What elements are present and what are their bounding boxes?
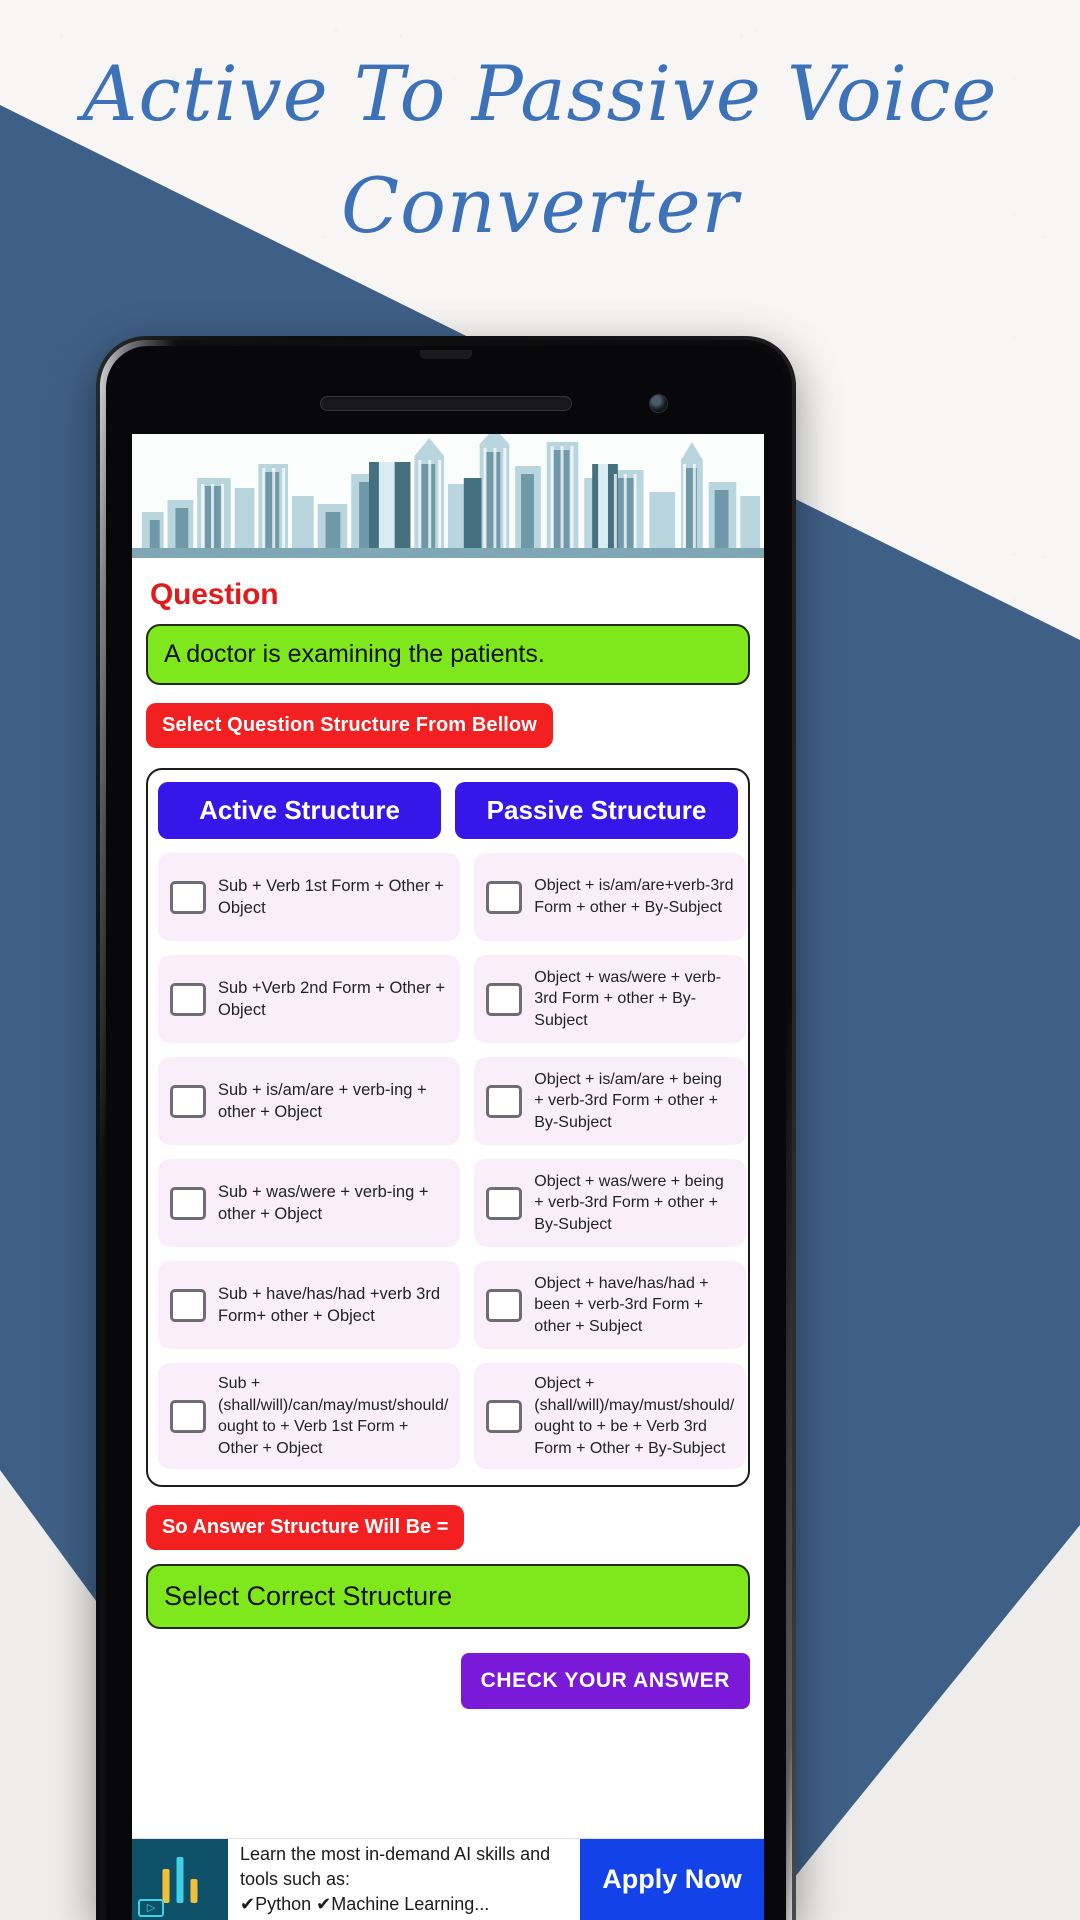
ad-choices-icon[interactable]: ▷ — [138, 1899, 164, 1917]
poster-title-line-2: Converter — [341, 161, 739, 251]
active-structure-header: Active Structure — [158, 782, 441, 839]
ad-thumbnail: ▷ — [132, 1839, 228, 1920]
checkbox-icon[interactable] — [170, 880, 206, 914]
active-option-row[interactable]: Sub + have/has/had +verb 3rd Form+ other… — [158, 1261, 461, 1349]
front-camera-icon — [649, 394, 668, 413]
poster-title: Active To Passive Voice Converter — [0, 38, 1080, 263]
apply-now-button[interactable]: Apply Now — [580, 1839, 764, 1920]
passive-option-row[interactable]: Object + (shall/will)/may/must/should/ o… — [474, 1363, 747, 1470]
structure-table-headers: Active Structure Passive Structure — [158, 782, 738, 839]
passive-structure-column: Object + is/am/are+verb-3rd Form + other… — [474, 853, 747, 1470]
active-option-label: Sub + have/has/had +verb 3rd Form+ other… — [218, 1284, 440, 1325]
active-option-row[interactable]: Sub + Verb 1st Form + Other + Object — [158, 853, 461, 941]
checkbox-icon[interactable] — [486, 1288, 523, 1322]
active-option-row[interactable]: Sub + (shall/will)/can/may/must/should/ … — [158, 1363, 461, 1470]
check-your-answer-button[interactable]: CHECK YOUR ANSWER — [460, 1653, 750, 1710]
answer-structure-field[interactable]: Select Correct Structure — [146, 1564, 750, 1630]
app-content: Question A doctor is examining the patie… — [132, 558, 764, 1710]
passive-option-row[interactable]: Object + was/were + verb-3rd Form + othe… — [474, 955, 747, 1043]
checkbox-icon[interactable] — [486, 1084, 523, 1118]
active-option-row[interactable]: Sub +Verb 2nd Form + Other + Object — [158, 955, 461, 1043]
poster-title-line-1: Active To Passive Voice — [82, 49, 998, 138]
passive-option-row[interactable]: Object + was/were + being + verb-3rd For… — [474, 1159, 747, 1247]
active-option-row[interactable]: Sub + was/were + verb-ing + other + Obje… — [158, 1159, 461, 1247]
passive-option-label: Object + (shall/will)/may/must/should/ o… — [534, 1375, 735, 1457]
passive-option-row[interactable]: Object + is/am/are+verb-3rd Form + other… — [474, 853, 747, 941]
phone-mockup: Question A doctor is examining the patie… — [96, 336, 796, 1920]
checkbox-icon[interactable] — [486, 1186, 523, 1220]
city-skyline-image — [132, 434, 764, 558]
ad-chart-icon — [162, 1856, 198, 1903]
ad-copy: Learn the most in-demand AI skills and t… — [228, 1839, 580, 1920]
ad-badge-glyph: ▷ — [146, 1901, 156, 1914]
checkbox-icon[interactable] — [170, 1288, 206, 1322]
passive-structure-header: Passive Structure — [455, 782, 738, 839]
phone-bezel: Question A doctor is examining the patie… — [106, 346, 786, 1920]
checkbox-icon[interactable] — [486, 1399, 523, 1433]
question-heading: Question — [150, 578, 279, 611]
passive-option-row[interactable]: Object + have/has/had + been + verb-3rd … — [474, 1261, 747, 1349]
ad-copy-line-1: Learn the most in-demand AI skills and t… — [240, 1844, 551, 1890]
checkbox-icon[interactable] — [486, 880, 523, 914]
active-option-label: Sub + Verb 1st Form + Other + Object — [218, 876, 445, 917]
active-option-label: Sub +Verb 2nd Form + Other + Object — [218, 978, 446, 1019]
ad-copy-line-2: ✔Python ✔Machine Learning... — [240, 1893, 490, 1914]
active-structure-column: Sub + Verb 1st Form + Other + Object Sub… — [158, 853, 461, 1470]
checkbox-icon[interactable] — [486, 982, 523, 1016]
check-answer-row: CHECK YOUR ANSWER — [146, 1653, 750, 1710]
passive-option-label: Object + have/has/had + been + verb-3rd … — [534, 1274, 709, 1335]
answer-structure-button[interactable]: So Answer Structure Will Be = — [146, 1505, 465, 1551]
ad-banner[interactable]: ▷ Learn the most in-demand AI skills and… — [132, 1838, 764, 1920]
active-option-label: Sub + was/were + verb-ing + other + Obje… — [218, 1182, 429, 1223]
question-text-field[interactable]: A doctor is examining the patients. — [146, 624, 750, 685]
checkbox-icon[interactable] — [170, 1399, 206, 1433]
earpiece-speaker-icon — [320, 396, 572, 411]
passive-option-row[interactable]: Object + is/am/are + being + verb-3rd Fo… — [474, 1057, 747, 1145]
structure-table: Active Structure Passive Structure Sub +… — [146, 768, 750, 1488]
checkbox-icon[interactable] — [170, 1186, 206, 1220]
active-option-label: Sub + is/am/are + verb-ing + other + Obj… — [218, 1080, 427, 1121]
phone-screen: Question A doctor is examining the patie… — [132, 434, 764, 1920]
passive-option-label: Object + is/am/are + being + verb-3rd Fo… — [534, 1070, 722, 1131]
active-option-label: Sub + (shall/will)/can/may/must/should/ … — [218, 1375, 449, 1457]
passive-option-label: Object + is/am/are+verb-3rd Form + other… — [534, 877, 734, 916]
passive-option-label: Object + was/were + being + verb-3rd For… — [534, 1172, 724, 1233]
checkbox-icon[interactable] — [170, 1084, 206, 1118]
structure-option-columns: Sub + Verb 1st Form + Other + Object Sub… — [158, 853, 747, 1470]
passive-option-label: Object + was/were + verb-3rd Form + othe… — [534, 968, 722, 1029]
checkbox-icon[interactable] — [170, 982, 206, 1016]
select-question-structure-button[interactable]: Select Question Structure From Bellow — [146, 703, 553, 748]
phone-top-notch — [420, 350, 472, 359]
active-option-row[interactable]: Sub + is/am/are + verb-ing + other + Obj… — [158, 1057, 461, 1145]
